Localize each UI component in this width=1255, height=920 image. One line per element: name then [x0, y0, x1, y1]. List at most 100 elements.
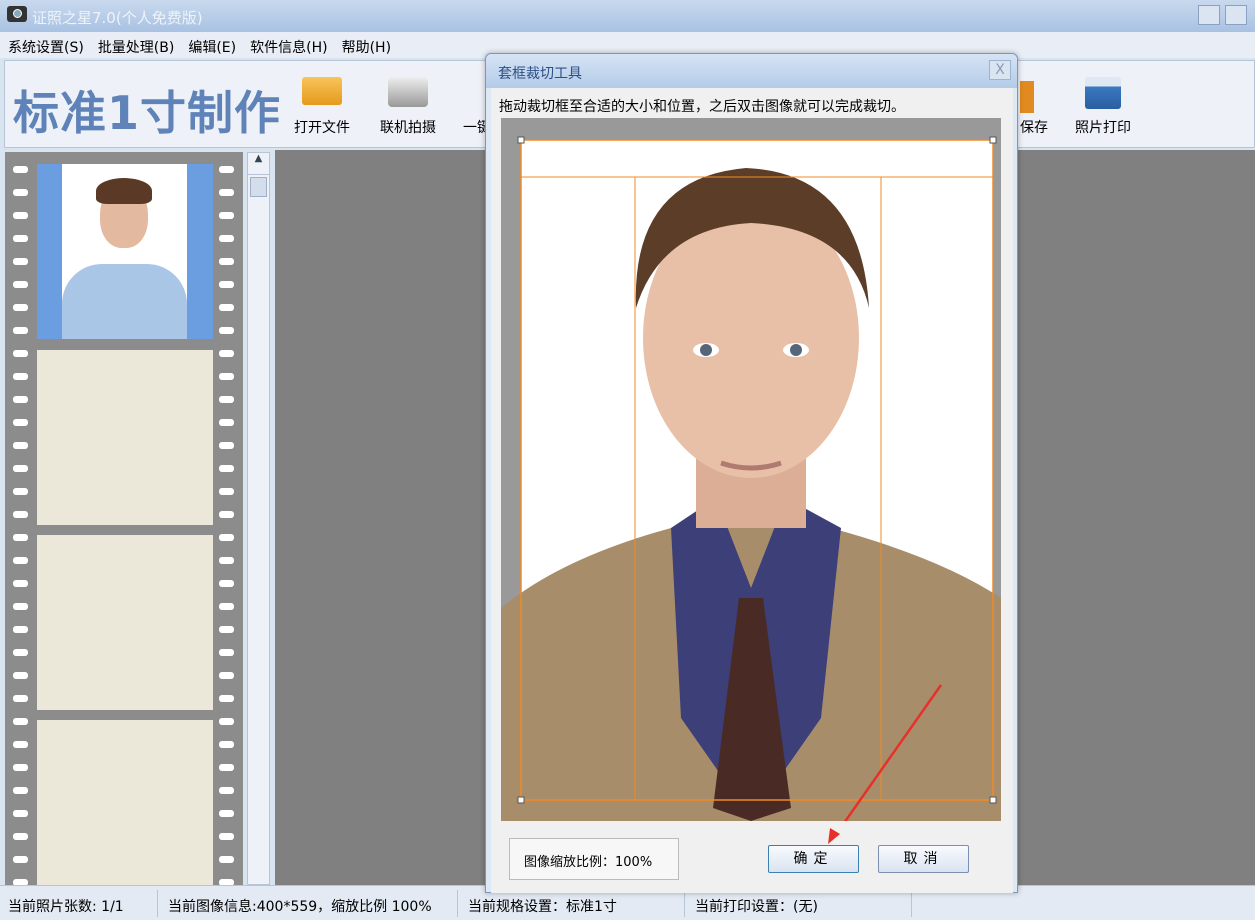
dialog-title-bar[interactable]: 套框裁切工具 X: [486, 54, 1017, 88]
film-perforation: [13, 212, 28, 219]
film-perforation: [219, 212, 234, 219]
dialog-body: 拖动裁切框至合适的大小和位置，之后双击图像就可以完成裁切。 图像缩放比例：100…: [491, 88, 1013, 893]
brand-title: 标准1寸制作: [13, 86, 282, 140]
film-perforation: [13, 373, 28, 380]
thumbnail-photo[interactable]: [37, 164, 213, 339]
film-perforation: [219, 833, 234, 840]
cancel-button[interactable]: 取消: [878, 845, 969, 873]
scroll-thumb[interactable]: [250, 177, 267, 197]
printer-icon: [1085, 77, 1121, 109]
film-perforation: [13, 603, 28, 610]
menu-software-info[interactable]: 软件信息(H): [242, 32, 333, 57]
film-perforation: [13, 856, 28, 863]
film-perforation: [219, 304, 234, 311]
film-perforation: [13, 235, 28, 242]
film-perforation: [13, 488, 28, 495]
film-perforation: [13, 649, 28, 656]
window-title: 证照之星7.0(个人免费版): [32, 9, 203, 27]
crop-tool-dialog: 套框裁切工具 X 拖动裁切框至合适的大小和位置，之后双击图像就可以完成裁切。 图…: [485, 53, 1018, 893]
film-perforation: [219, 603, 234, 610]
film-perforation: [13, 304, 28, 311]
thumbnail-empty[interactable]: [37, 720, 213, 895]
scroll-up-button[interactable]: ▲: [248, 153, 269, 175]
film-strip-thumbnails: [5, 152, 243, 895]
film-perforation: [13, 511, 28, 518]
film-perforation: [13, 810, 28, 817]
film-perforation: [219, 488, 234, 495]
film-perforation: [13, 189, 28, 196]
red-arrow-head: [828, 828, 840, 844]
thumbnail-scrollbar[interactable]: ▲: [247, 152, 270, 885]
thumbnail-empty[interactable]: [37, 535, 213, 710]
print-button[interactable]: 照片打印: [1063, 77, 1143, 137]
film-perforation: [13, 626, 28, 633]
crop-handle: [517, 796, 525, 804]
film-perforation: [13, 764, 28, 771]
crop-handle: [989, 136, 997, 144]
folder-icon: [302, 77, 342, 105]
status-image-info: 当前图像信息:400*559，缩放比例 100%: [160, 890, 458, 917]
film-perforation: [13, 718, 28, 725]
open-file-button[interactable]: 打开文件: [282, 77, 362, 137]
film-perforation: [13, 557, 28, 564]
film-perforation: [219, 327, 234, 334]
open-file-label: 打开文件: [294, 120, 350, 136]
status-spec: 当前规格设置：标准1寸: [460, 890, 685, 917]
portrait-photo[interactable]: [501, 118, 1001, 834]
film-perforation: [219, 396, 234, 403]
thumbnail-empty[interactable]: [37, 350, 213, 525]
film-perforation: [13, 787, 28, 794]
menu-system-settings[interactable]: 系统设置(S): [0, 32, 90, 57]
close-icon[interactable]: X: [989, 60, 1011, 80]
film-perforation: [219, 373, 234, 380]
film-perforation: [219, 511, 234, 518]
film-perforation: [13, 534, 28, 541]
crop-image-area[interactable]: [501, 118, 1001, 834]
film-perforation: [13, 833, 28, 840]
zoom-ratio-display: 图像缩放比例：100%: [509, 838, 679, 880]
save-icon: [1020, 81, 1034, 113]
menu-batch[interactable]: 批量处理(B): [90, 32, 181, 57]
save-label[interactable]: 保存: [1018, 117, 1048, 137]
film-perforation: [219, 419, 234, 426]
instruction-text: 拖动裁切框至合适的大小和位置，之后双击图像就可以完成裁切。: [499, 99, 905, 115]
camera-capture-label: 联机拍摄: [380, 120, 436, 136]
film-perforation: [219, 534, 234, 541]
film-perforation: [219, 672, 234, 679]
menu-edit[interactable]: 编辑(E): [180, 32, 242, 57]
film-perforation: [13, 396, 28, 403]
film-perforation: [13, 580, 28, 587]
film-perforation: [219, 649, 234, 656]
dialog-title: 套框裁切工具: [498, 66, 582, 82]
print-label: 照片打印: [1075, 120, 1131, 136]
film-perforation: [13, 166, 28, 173]
film-perforation: [219, 856, 234, 863]
film-perforation: [13, 442, 28, 449]
film-perforation: [219, 258, 234, 265]
restore-button[interactable]: [1225, 5, 1247, 25]
title-bar: 证照之星7.0(个人免费版): [0, 0, 1255, 32]
film-perforation: [219, 787, 234, 794]
film-perforation: [219, 442, 234, 449]
camera-capture-button[interactable]: 联机拍摄: [368, 77, 448, 137]
minimize-button[interactable]: [1198, 5, 1220, 25]
camera-app-icon: [7, 6, 27, 22]
film-perforation: [13, 672, 28, 679]
film-perforation: [219, 465, 234, 472]
film-perforation: [13, 695, 28, 702]
menu-help[interactable]: 帮助(H): [334, 32, 397, 57]
film-perforation: [13, 258, 28, 265]
crop-handle: [517, 136, 525, 144]
status-photo-count: 当前照片张数: 1/1: [0, 890, 158, 917]
film-perforation: [219, 580, 234, 587]
film-perforation: [219, 695, 234, 702]
film-perforation: [13, 327, 28, 334]
film-perforation: [13, 419, 28, 426]
film-perforation: [219, 557, 234, 564]
film-perforation: [219, 189, 234, 196]
crop-handle: [989, 796, 997, 804]
status-print: 当前打印设置：(无): [687, 890, 912, 917]
one-click-label[interactable]: 一键: [463, 117, 485, 137]
film-perforation: [219, 718, 234, 725]
film-perforation: [219, 741, 234, 748]
